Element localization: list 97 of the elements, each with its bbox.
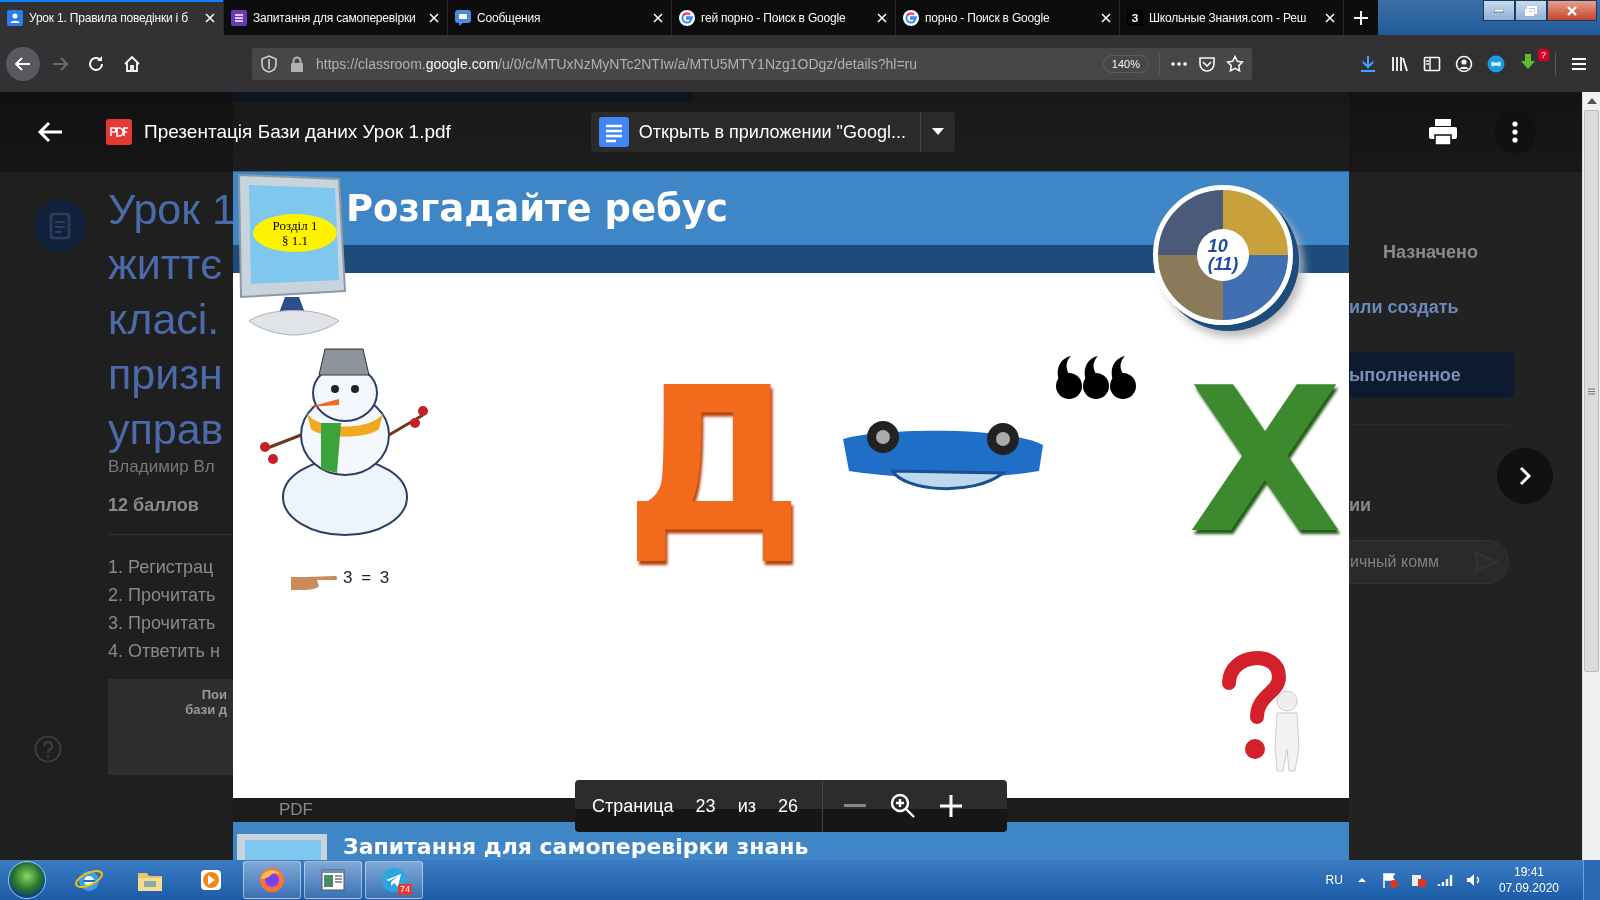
close-icon [1566, 5, 1578, 16]
slide-title: Запитання для самоперевірки знань [343, 834, 809, 860]
chevron-right-icon [1518, 466, 1532, 486]
taskbar-button[interactable]: 74 [365, 861, 423, 899]
grip-icon [1588, 387, 1595, 395]
thumbnail-text: Пои [201, 687, 227, 702]
comments-heading: ии [1349, 495, 1373, 516]
list-icon [231, 9, 247, 26]
url-text: https://classroom.google.com/u/0/c/MTUxNzMyNTc2NTIw/a/MTU5MTY1Nzg1ODgz/details?hl=ru [316, 55, 919, 72]
home-icon [123, 54, 141, 73]
pointing-hand-icon [291, 574, 337, 590]
notification-badge: ? [1538, 48, 1549, 61]
file-title: Презентація Бази даних Урок 1.pdf [144, 121, 451, 143]
date-text: 07.09.2020 [1498, 880, 1559, 896]
close-icon[interactable] [428, 11, 440, 24]
scrollbar[interactable] [1582, 92, 1600, 860]
plus-icon[interactable] [1352, 8, 1370, 27]
minus-icon [843, 804, 866, 808]
grade-label: 10 (11) [1197, 229, 1249, 281]
close-button[interactable] [1547, 0, 1597, 21]
scroll-up-icon[interactable] [1586, 97, 1597, 105]
close-icon[interactable] [204, 11, 216, 24]
plus-icon [939, 795, 962, 817]
assignment-title: управ [108, 404, 225, 455]
restore-icon [1525, 5, 1537, 16]
more-icon [1512, 121, 1518, 143]
document-icon [598, 117, 629, 147]
address-bar[interactable]: https://classroom.google.com/u/0/c/MTUxNzMyNTc2NTIw/a/MTU5MTY1Nzg1ODgz/details?hl=ru 140% [252, 47, 1252, 80]
start-button[interactable] [8, 861, 46, 899]
mark-done-button[interactable]: ыполненное [1349, 352, 1514, 398]
thumbnail-text: бази д [185, 702, 227, 717]
library-icon[interactable] [1391, 54, 1409, 73]
attachment-thumbnail[interactable]: Пои бази д [108, 679, 233, 775]
assignment-title: призн [108, 349, 224, 400]
sidebar-icon[interactable] [1423, 54, 1441, 73]
close-icon[interactable] [652, 11, 664, 24]
lock-icon [288, 54, 306, 73]
minimize-button[interactable] [1483, 0, 1515, 21]
site-icon: З [1127, 9, 1143, 26]
paper-plane-icon[interactable] [379, 865, 409, 895]
google-icon [903, 9, 919, 26]
flag-icon[interactable] [1380, 872, 1399, 888]
slide-title: Розгадайте ребус [346, 186, 728, 230]
caret-icon[interactable] [931, 128, 944, 136]
reload-icon [87, 54, 105, 73]
star-icon[interactable] [1226, 54, 1244, 73]
restore-button[interactable] [1515, 0, 1547, 21]
chat-icon [455, 9, 471, 26]
clock[interactable]: 19:41 07.09.2020 [1498, 864, 1559, 896]
rebus-letter: Д [625, 361, 804, 561]
infinity-icon[interactable] [1487, 54, 1505, 73]
print-icon[interactable] [1428, 118, 1458, 146]
classroom-icon [7, 9, 23, 26]
zoom-icon [889, 793, 916, 819]
assignment-title: класі. [108, 294, 221, 345]
instruction-step: 1. Регистрац [108, 553, 233, 581]
file-type-label: PDF [279, 800, 313, 820]
open-with-button[interactable]: Открыть в приложении "Googl... [590, 112, 955, 152]
pocket-icon[interactable] [1198, 54, 1216, 73]
back-arrow-icon [14, 54, 32, 73]
instruction-step: 4. Ответить н [108, 637, 233, 665]
page-label: Страница [592, 795, 674, 817]
assignment-status: Назначено [1383, 242, 1479, 263]
minimize-icon [1494, 8, 1504, 13]
browser-tab[interactable]: Урок 1. Правила поведінки і б [0, 0, 224, 35]
of-label: из [737, 795, 756, 817]
taskbar-button[interactable] [304, 861, 362, 899]
language-indicator[interactable]: RU [1325, 873, 1343, 887]
add-or-create-link[interactable]: или создать [1349, 297, 1582, 318]
google-icon [679, 9, 695, 26]
unread-badge: 74 [398, 884, 412, 895]
close-icon[interactable] [1324, 11, 1336, 24]
forward-arrow-icon [51, 54, 69, 73]
author-name: Владимир Вл [108, 457, 216, 477]
close-icon[interactable] [1100, 11, 1112, 24]
close-icon[interactable] [876, 11, 888, 24]
time-text: 19:41 [1513, 864, 1544, 880]
instruction-step: 2. Прочитать [108, 581, 233, 609]
page-count: 26 [777, 795, 798, 817]
rebus-hint: 3 = 3 [343, 568, 390, 588]
firefox-icon[interactable] [257, 865, 287, 895]
assignment-title: Урок 1 [108, 184, 236, 235]
rebus-letter: Х [1188, 361, 1343, 561]
signal-icon[interactable] [1436, 872, 1455, 888]
download-icon[interactable] [1359, 54, 1377, 73]
account-icon[interactable] [1455, 54, 1473, 73]
assignment-title: життє [108, 239, 224, 290]
pdf-file-icon [106, 119, 132, 145]
points-label: 12 баллов [108, 495, 200, 516]
instruction-step: 3. Прочитать [108, 609, 233, 637]
download-arrow-icon[interactable] [1519, 52, 1537, 71]
back-button[interactable] [6, 46, 40, 81]
page-number[interactable]: 23 [695, 795, 716, 817]
clipboard-icon [34, 200, 86, 252]
comment-field[interactable]: ичный комм [1349, 540, 1509, 584]
shield-icon[interactable] [260, 54, 278, 73]
taskbar-button[interactable] [243, 861, 301, 899]
